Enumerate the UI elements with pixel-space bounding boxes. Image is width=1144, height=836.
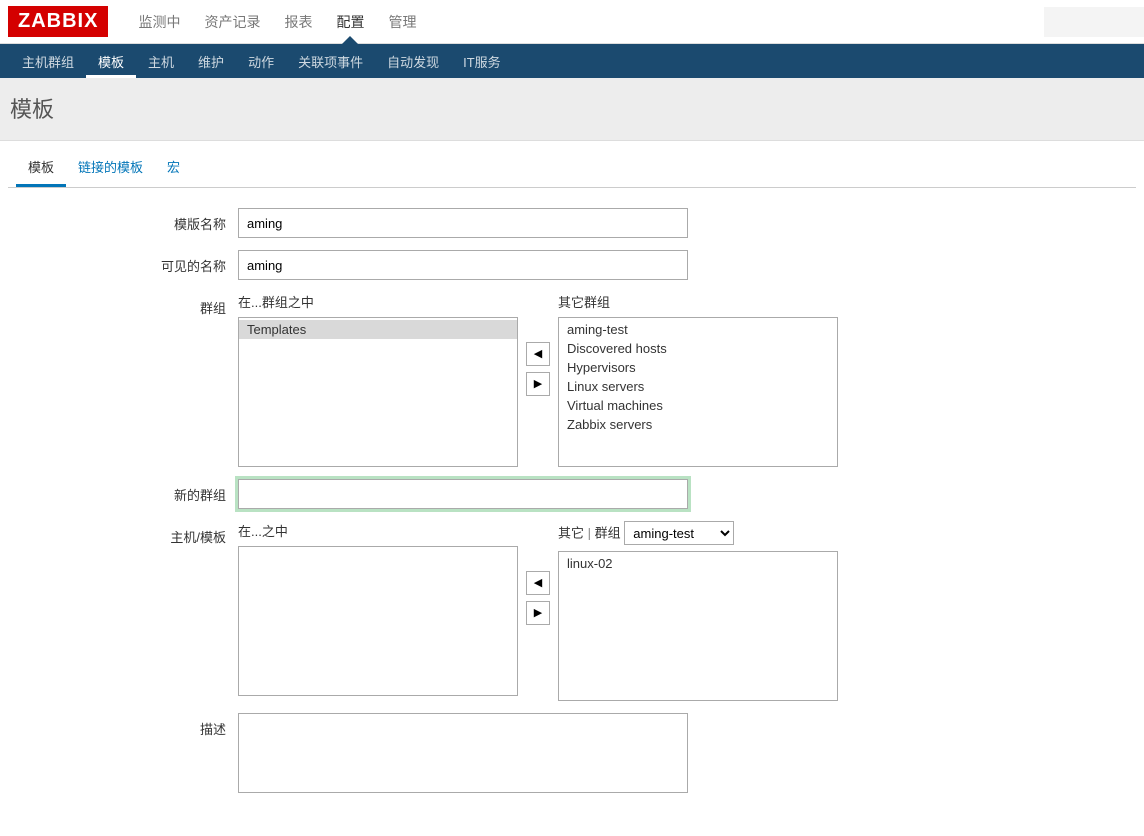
groups-move-left-button[interactable]: ◀ <box>526 342 550 366</box>
sub-menu: 主机群组 模板 主机 维护 动作 关联项事件 自动发现 IT服务 <box>0 44 1144 78</box>
label-groups: 群组 <box>18 292 238 467</box>
list-item[interactable]: Templates <box>239 320 517 339</box>
label-description: 描述 <box>18 713 238 796</box>
hosts-move-right-button[interactable]: ▶ <box>526 601 550 625</box>
tab-linked-templates[interactable]: 链接的模板 <box>66 149 155 187</box>
top-bar: ZABBIX 监测中 资产记录 报表 配置 管理 <box>0 0 1144 44</box>
arrow-right-icon: ▶ <box>534 378 542 390</box>
sub-menu-itservices[interactable]: IT服务 <box>451 44 513 78</box>
hosts-other-listbox[interactable]: linux-02 <box>558 551 838 701</box>
sub-menu-discovery[interactable]: 自动发现 <box>375 44 451 78</box>
arrow-left-icon: ◀ <box>534 577 542 589</box>
brand-logo: ZABBIX <box>8 6 108 37</box>
arrow-right-icon: ▶ <box>534 607 542 619</box>
main-menu-inventory[interactable]: 资产记录 <box>192 0 272 43</box>
label-visible-name: 可见的名称 <box>18 250 238 280</box>
hosts-in-listbox[interactable] <box>238 546 518 696</box>
sub-menu-maintenance[interactable]: 维护 <box>186 44 236 78</box>
hosts-other-caption: 其它 | 群组 aming-test <box>558 521 838 545</box>
list-item[interactable]: aming-test <box>559 320 837 339</box>
form-tabs: 模板 链接的模板 宏 <box>8 149 1136 188</box>
new-group-input[interactable] <box>238 479 688 509</box>
page-title: 模板 <box>0 78 1144 141</box>
sub-menu-actions[interactable]: 动作 <box>236 44 286 78</box>
main-menu-configuration[interactable]: 配置 <box>324 0 376 43</box>
tab-macros[interactable]: 宏 <box>155 149 192 187</box>
main-menu-reports[interactable]: 报表 <box>272 0 324 43</box>
sub-menu-templates[interactable]: 模板 <box>86 44 136 78</box>
hosts-in-caption: 在...之中 <box>238 521 518 540</box>
label-template-name: 模版名称 <box>18 208 238 238</box>
groups-in-caption: 在...群组之中 <box>238 292 518 311</box>
list-item[interactable]: Hypervisors <box>559 358 837 377</box>
main-menu: 监测中 资产记录 报表 配置 管理 <box>126 0 428 43</box>
main-menu-monitoring[interactable]: 监测中 <box>126 0 192 43</box>
description-textarea[interactable] <box>238 713 688 793</box>
groups-other-listbox[interactable]: aming-test Discovered hosts Hypervisors … <box>558 317 838 467</box>
label-new-group: 新的群组 <box>18 479 238 509</box>
hosts-group-select[interactable]: aming-test <box>624 521 734 545</box>
visible-name-input[interactable] <box>238 250 688 280</box>
arrow-left-icon: ◀ <box>534 348 542 360</box>
hosts-other-caption-right: 群组 <box>595 526 621 541</box>
sub-menu-hostgroups[interactable]: 主机群组 <box>10 44 86 78</box>
caption-separator: | <box>588 526 595 541</box>
template-name-input[interactable] <box>238 208 688 238</box>
groups-in-listbox[interactable]: Templates <box>238 317 518 467</box>
sub-menu-correlation[interactable]: 关联项事件 <box>286 44 375 78</box>
top-right-placeholder <box>1044 7 1144 37</box>
hosts-other-caption-left: 其它 <box>558 526 584 541</box>
list-item[interactable]: Zabbix servers <box>559 415 837 434</box>
groups-dual-list: 在...群组之中 Templates ◀ ▶ 其它群组 aming-test <box>238 292 838 467</box>
label-hosts-templates: 主机/模板 <box>18 521 238 701</box>
tab-template[interactable]: 模板 <box>16 149 66 187</box>
main-menu-administration[interactable]: 管理 <box>376 0 428 43</box>
list-item[interactable]: Linux servers <box>559 377 837 396</box>
sub-menu-hosts[interactable]: 主机 <box>136 44 186 78</box>
form-panel: 模板 链接的模板 宏 模版名称 可见的名称 群组 在...群组之中 <box>8 149 1136 828</box>
list-item[interactable]: Virtual machines <box>559 396 837 415</box>
groups-other-caption: 其它群组 <box>558 292 838 311</box>
hosts-move-left-button[interactable]: ◀ <box>526 571 550 595</box>
list-item[interactable]: linux-02 <box>559 554 837 573</box>
groups-move-right-button[interactable]: ▶ <box>526 372 550 396</box>
form-body: 模版名称 可见的名称 群组 在...群组之中 Templates <box>8 188 1136 828</box>
list-item[interactable]: Discovered hosts <box>559 339 837 358</box>
hosts-dual-list: 在...之中 ◀ ▶ 其它 | 群组 aming-test <box>238 521 838 701</box>
